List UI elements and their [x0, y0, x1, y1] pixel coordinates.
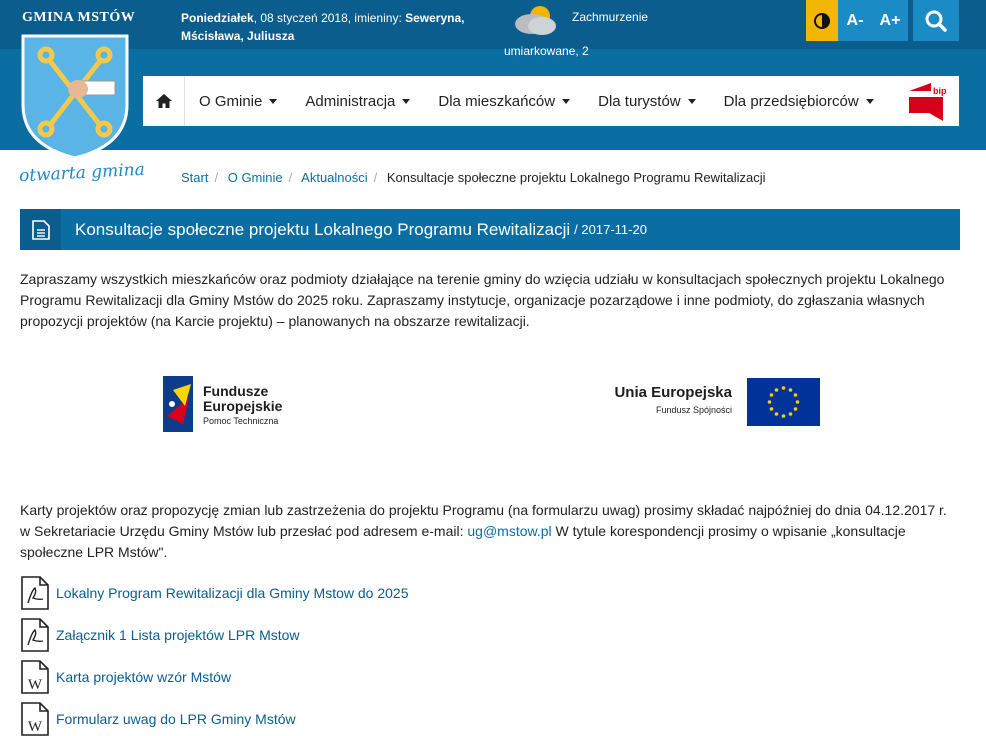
page-title: Konsultacje społeczne projektu Lokalnego…	[75, 219, 571, 239]
chevron-down-icon	[402, 98, 411, 104]
chevron-down-icon	[687, 98, 696, 104]
article-date: / 2017-11-20	[574, 222, 647, 237]
contrast-icon	[814, 12, 830, 29]
fundusze-europejskie-logo: Fundusze Europejskie Pomoc Techniczna	[163, 376, 303, 432]
word-file-icon: W	[21, 660, 49, 694]
pdf-file-icon	[21, 618, 49, 652]
site-motto: otwarta gmina	[18, 159, 146, 187]
pdf-file-icon	[21, 576, 49, 610]
attachment-item: Załącznik 1 Lista projektów LPR Mstow	[20, 614, 960, 656]
unia-europejska-logo: Unia Europejska Fundusz Spójności	[608, 378, 820, 428]
article-intro: Zapraszamy wszystkich mieszkańców oraz p…	[20, 271, 945, 329]
attachment-item: Lokalny Program Rewitalizacji dla Gminy …	[20, 572, 960, 614]
document-icon	[20, 209, 61, 250]
top-bar: Poniedziałek, 08 styczeń 2018, imieniny:…	[0, 0, 986, 58]
fe-flag-icon	[163, 376, 193, 432]
cloud-sun-icon	[515, 6, 556, 35]
attachment-link-formularz[interactable]: Formularz uwag do LPR Gminy Mstów	[56, 711, 296, 727]
nav-item-dla-przedsiebiorcow[interactable]: Dla przedsiębiorców	[710, 76, 888, 126]
attachment-item: W Karta projektów wzór Mstów	[20, 656, 960, 698]
font-increase-button[interactable]: A+	[872, 0, 908, 41]
attachment-link-karta[interactable]: Karta projektów wzór Mstów	[56, 669, 231, 685]
font-decrease-button[interactable]: A-	[838, 0, 872, 41]
attachment-item: W Formularz uwag do LPR Gminy Mstów	[20, 698, 960, 736]
chevron-down-icon	[269, 98, 278, 104]
nav-item-administracja[interactable]: Administracja	[291, 76, 424, 126]
date-nameday: Poniedziałek, 08 styczeń 2018, imieniny:…	[181, 11, 465, 43]
coat-of-arms-logo[interactable]	[20, 33, 130, 161]
attachment-link-lpr[interactable]: Lokalny Program Rewitalizacji dla Gminy …	[56, 585, 408, 601]
site-name[interactable]: GMINA MSTÓW	[22, 10, 135, 26]
bip-logo-link[interactable]: bip	[909, 83, 947, 121]
contrast-toggle-button[interactable]	[806, 0, 838, 41]
nav-item-dla-mieszkancow[interactable]: Dla mieszkańców	[424, 76, 584, 126]
eu-flag-icon	[747, 378, 820, 426]
attachments-list: Lokalny Program Rewitalizacji dla Gminy …	[20, 572, 960, 736]
article-title-bar: Konsultacje społeczne projektu Lokalnego…	[20, 209, 960, 250]
svg-text:W: W	[28, 677, 43, 693]
breadcrumb-start[interactable]: Start	[181, 170, 208, 185]
site-header: Poniedziałek, 08 styczeń 2018, imieniny:…	[0, 0, 986, 160]
breadcrumb-current: Konsultacje społeczne projektu Lokalnego…	[386, 170, 766, 185]
attachment-link-lista[interactable]: Załącznik 1 Lista projektów LPR Mstow	[56, 627, 300, 643]
search-button[interactable]	[913, 0, 959, 41]
nav-home-button[interactable]	[143, 76, 185, 126]
home-icon	[155, 94, 172, 108]
breadcrumb: Start / O Gminie / Aktualności / Konsultacj…	[181, 170, 766, 185]
email-link[interactable]: ug@mstow.pl	[467, 523, 551, 539]
breadcrumb-aktualnosci[interactable]: Aktualności	[301, 170, 367, 185]
word-file-icon: W	[21, 702, 49, 736]
breadcrumb-o-gminie[interactable]: O Gminie	[228, 170, 283, 185]
svg-text:bip: bip	[933, 86, 947, 96]
nav-item-dla-turystow[interactable]: Dla turystów	[584, 76, 710, 126]
main-navigation: O Gminie Administracja Dla mieszkańców D…	[143, 76, 959, 126]
svg-text:W: W	[28, 719, 43, 735]
chevron-down-icon	[865, 98, 874, 104]
article-instructions: Karty projektów oraz propozycję zmian lu…	[20, 502, 947, 560]
chevron-down-icon	[562, 98, 571, 104]
search-icon	[925, 10, 947, 32]
nav-item-o-gminie[interactable]: O Gminie	[185, 76, 291, 126]
